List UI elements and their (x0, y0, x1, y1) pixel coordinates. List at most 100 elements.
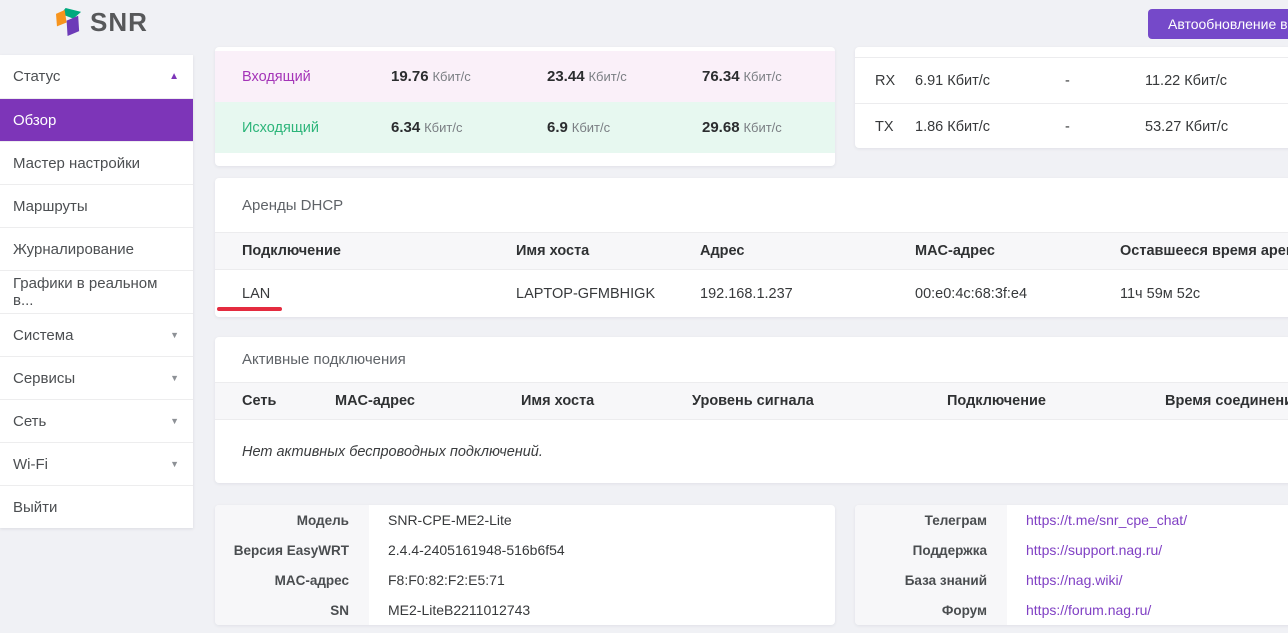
autorefresh-button[interactable]: Автообновление в (1148, 9, 1288, 39)
col-connection: Подключение (947, 393, 1165, 409)
list-item: Версия EasyWRT 2.4.4-2405161948-516b6f54 (215, 535, 835, 565)
unit-label: Кбит/с (743, 69, 781, 84)
value: 29.68 (702, 119, 740, 136)
sidebar-item-realtime-graphs[interactable]: Графики в реальном в... (0, 270, 193, 313)
telegram-label: Телеграм (855, 505, 1007, 535)
tx-value-3: 53.27 Кбит/с (1145, 119, 1288, 135)
serial-label: SN (215, 595, 369, 625)
sidebar-item-label: Система (13, 327, 73, 344)
list-item: Модель SNR-CPE-ME2-Lite (215, 505, 835, 535)
list-item: База знаний https://nag.wiki/ (855, 565, 1288, 595)
unit-label: Кбит/с (432, 69, 470, 84)
connections-section-title: Активные подключения (215, 337, 1288, 382)
col-network: Сеть (242, 393, 335, 409)
tx-value-2: - (1065, 119, 1145, 135)
knowledge-base-label: База знаний (855, 565, 1007, 595)
list-item: Форум https://forum.nag.ru/ (855, 595, 1288, 625)
clipped-row (855, 47, 1288, 58)
incoming-value-3: 76.34 Кбит/с (702, 68, 835, 85)
col-mac: MAC-адрес (335, 393, 521, 409)
value: 6.9 (547, 119, 568, 136)
col-uptime: Время соединения (1165, 393, 1288, 409)
support-link[interactable]: https://support.nag.ru/ (1026, 542, 1162, 558)
chevron-down-icon: ▼ (170, 416, 179, 426)
sidebar-item-network[interactable]: Сеть ▼ (0, 399, 193, 442)
knowledge-base-link[interactable]: https://nag.wiki/ (1026, 572, 1123, 588)
tx-label: TX (875, 119, 915, 135)
support-links-card: Телеграм https://t.me/snr_cpe_chat/ Подд… (855, 505, 1288, 625)
sidebar-item-wifi[interactable]: Wi-Fi ▼ (0, 442, 193, 485)
sidebar-item-label: Статус (13, 68, 60, 85)
active-connections-card: Активные подключения Сеть MAC-адрес Имя … (215, 337, 1288, 483)
outgoing-value-1: 6.34 Кбит/с (391, 119, 547, 136)
sidebar-item-status[interactable]: Статус ▲ (0, 55, 193, 98)
chevron-down-icon: ▼ (170, 459, 179, 469)
telegram-link[interactable]: https://t.me/snr_cpe_chat/ (1026, 512, 1187, 528)
model-label: Модель (215, 505, 369, 535)
sidebar-item-label: Мастер настройки (13, 155, 140, 172)
unit-label: Кбит/с (743, 120, 781, 135)
incoming-value-1: 19.76 Кбит/с (391, 68, 547, 85)
mac-value: F8:F0:82:F2:E5:71 (369, 565, 835, 595)
value: 6.34 (391, 119, 420, 136)
unit-label: Кбит/с (588, 69, 626, 84)
chevron-down-icon: ▼ (170, 330, 179, 340)
sidebar-item-logout[interactable]: Выйти (0, 485, 193, 528)
col-lease-time: Оставшееся время аренды (1120, 243, 1288, 259)
rx-value-3: 11.22 Кбит/с (1145, 73, 1288, 89)
col-connection: Подключение (242, 243, 516, 259)
value: 23.44 (547, 68, 585, 85)
table-row: LAN LAPTOP-GFMBHIGK 192.168.1.237 00:e0:… (215, 270, 1288, 318)
sidebar-item-label: Графики в реальном в... (13, 275, 179, 309)
sidebar-item-label: Обзор (13, 112, 56, 129)
lease-address: 192.168.1.237 (700, 286, 915, 302)
outgoing-value-3: 29.68 Кбит/с (702, 119, 835, 136)
sidebar-item-label: Wi-Fi (13, 456, 48, 473)
brand-name: SNR (90, 5, 148, 39)
model-value: SNR-CPE-ME2-Lite (369, 505, 835, 535)
tx-value-1: 1.86 Кбит/с (915, 119, 1065, 135)
interface-stats-card: RX 6.91 Кбит/с - 11.22 Кбит/с TX 1.86 Кб… (855, 47, 1288, 148)
sidebar-item-routes[interactable]: Маршруты (0, 184, 193, 227)
chevron-up-icon: ▲ (169, 71, 179, 82)
incoming-traffic-row: Входящий 19.76 Кбит/с 23.44 Кбит/с 76.34… (215, 51, 835, 102)
list-item: MAC-адрес F8:F0:82:F2:E5:71 (215, 565, 835, 595)
mac-label: MAC-адрес (215, 565, 369, 595)
rx-row: RX 6.91 Кбит/с - 11.22 Кбит/с (855, 58, 1288, 103)
value: 19.76 (391, 68, 429, 85)
no-connections-message: Нет активных беспроводных подключений. (215, 420, 1288, 484)
sidebar-item-label: Сервисы (13, 370, 75, 387)
tx-row: TX 1.86 Кбит/с - 53.27 Кбит/с (855, 103, 1288, 148)
support-label: Поддержка (855, 535, 1007, 565)
header-bar: SNR Автообновление в (0, 0, 1288, 47)
rx-label: RX (875, 73, 915, 89)
col-mac: MAC-адрес (915, 243, 1120, 259)
forum-link[interactable]: https://forum.nag.ru/ (1026, 602, 1151, 618)
snr-logo: SNR (56, 5, 148, 39)
sidebar-item-label: Маршруты (13, 198, 88, 215)
unit-label: Кбит/с (424, 120, 462, 135)
firmware-value: 2.4.4-2405161948-516b6f54 (369, 535, 835, 565)
sidebar-item-services[interactable]: Сервисы ▼ (0, 356, 193, 399)
sidebar-item-label: Сеть (13, 413, 46, 430)
forum-label: Форум (855, 595, 1007, 625)
list-item: Поддержка https://support.nag.ru/ (855, 535, 1288, 565)
col-hostname: Имя хоста (516, 243, 700, 259)
sidebar-item-logging[interactable]: Журналирование (0, 227, 193, 270)
firmware-label: Версия EasyWRT (215, 535, 369, 565)
col-address: Адрес (700, 243, 915, 259)
sidebar-item-overview[interactable]: Обзор (0, 98, 193, 141)
list-item: SN ME2-LiteB2211012743 (215, 595, 835, 625)
rx-value-2: - (1065, 73, 1145, 89)
sidebar-item-system[interactable]: Система ▼ (0, 313, 193, 356)
dhcp-leases-card: Аренды DHCP Подключение Имя хоста Адрес … (215, 178, 1288, 317)
col-hostname: Имя хоста (521, 393, 692, 409)
lease-time-left: 11ч 59м 52с (1120, 286, 1288, 302)
device-info-card: Модель SNR-CPE-ME2-Lite Версия EasyWRT 2… (215, 505, 835, 625)
sidebar-item-label: Журналирование (13, 241, 134, 258)
dhcp-table-header: Подключение Имя хоста Адрес MAC-адрес Ос… (215, 232, 1288, 270)
sidebar-item-setup-wizard[interactable]: Мастер настройки (0, 141, 193, 184)
outgoing-value-2: 6.9 Кбит/с (547, 119, 702, 136)
dhcp-section-title: Аренды DHCP (215, 178, 1288, 232)
lease-hostname: LAPTOP-GFMBHIGK (516, 286, 700, 302)
